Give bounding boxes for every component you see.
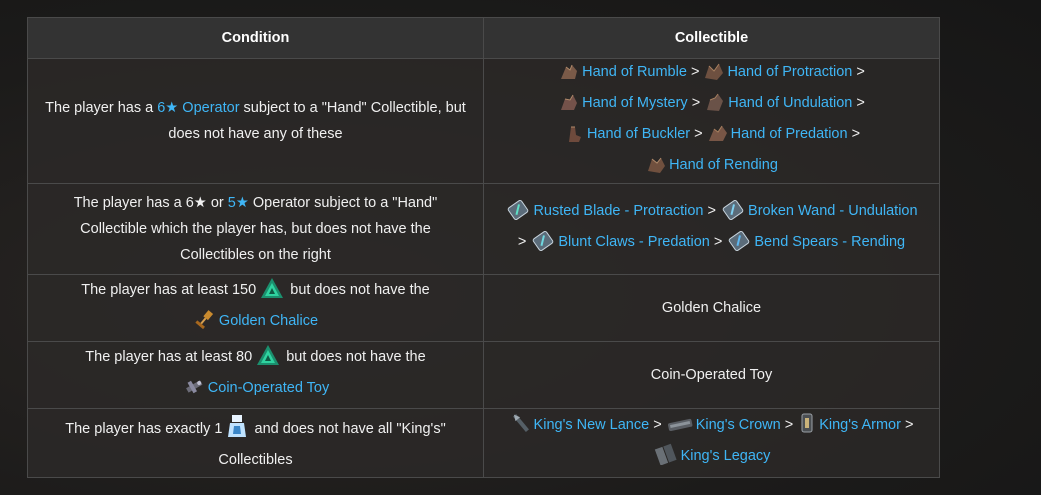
collectible-link[interactable]: Rusted Blade - Protraction	[533, 203, 703, 219]
collectible-cell: Coin-Operated Toy	[483, 341, 940, 409]
condition-text: The player has exactly 1	[65, 420, 223, 437]
header-row: Condition Collectible	[27, 17, 940, 59]
condition-text: Collectible which the player has, but do…	[80, 221, 431, 237]
originium-prime-icon	[256, 344, 280, 375]
collectible-link[interactable]: Hand of Buckler	[587, 126, 690, 142]
collectible-link[interactable]: King's Legacy	[681, 448, 771, 464]
condition-cell: The player has a 6★ Operator subject to …	[27, 58, 484, 184]
table-row: The player has at least 150 but does not…	[27, 274, 940, 342]
collectible-link[interactable]: King's Armor	[819, 417, 901, 433]
toy-icon	[182, 375, 206, 406]
collectible-link[interactable]: Hand of Rending	[669, 157, 778, 173]
condition-text: subject to a "Hand" Collectible, but	[239, 100, 466, 116]
weapon-card-icon	[505, 199, 531, 229]
condition-cell: The player has a 6★ or 5★ Operator subje…	[27, 183, 484, 275]
weapon-card-icon	[720, 199, 746, 229]
collectible-link[interactable]: Blunt Claws - Predation	[558, 234, 710, 250]
condition-cell: The player has at least 150 but does not…	[27, 274, 484, 342]
condition-cell: The player has at least 80 but does not …	[27, 341, 484, 409]
collectible-link[interactable]: King's New Lance	[534, 417, 650, 433]
collectible-cell: King's New Lance > King's Crown > King's…	[483, 408, 940, 478]
separator: >	[904, 417, 914, 433]
separator: >	[856, 64, 865, 80]
crown-icon	[666, 414, 694, 443]
operator-6star-link[interactable]: 6★ Operator	[157, 100, 239, 116]
hope-icon	[226, 414, 248, 447]
table-row: The player has at least 80 but does not …	[27, 341, 940, 409]
separator: >	[694, 126, 703, 142]
separator: >	[691, 95, 701, 111]
condition-text: Collectibles on the right	[180, 247, 331, 263]
condition-text: but does not have the	[290, 282, 430, 298]
collectible-link[interactable]: Hand of Mystery	[582, 95, 688, 111]
separator: >	[653, 417, 662, 433]
condition-text: Operator subject to a "Hand"	[248, 195, 438, 211]
collectible-link[interactable]: Hand of Protraction	[727, 64, 852, 80]
hand-icon	[645, 154, 667, 183]
collectible-link[interactable]: King's Crown	[696, 417, 781, 433]
collectible-link[interactable]: Hand of Undulation	[728, 95, 852, 111]
lance-icon	[510, 412, 532, 443]
separator: >	[707, 203, 716, 219]
condition-text: and does not have all "King's"	[254, 420, 446, 437]
table-row: The player has a 6★ Operator subject to …	[27, 58, 940, 184]
originium-prime-icon	[260, 277, 284, 308]
hand-icon	[703, 61, 725, 90]
collectible-link[interactable]: Hand of Predation	[731, 126, 848, 142]
separator: >	[713, 234, 723, 250]
legacy-icon	[653, 443, 679, 474]
collectible-link[interactable]: Bend Spears - Rending	[754, 234, 905, 250]
condition-text: Collectibles	[218, 451, 293, 468]
condition-text: but does not have the	[286, 349, 426, 365]
table-row: The player has exactly 1 and does not ha…	[27, 408, 940, 478]
collectible-link[interactable]: Hand of Rumble	[582, 64, 687, 80]
collectible-cell: Hand of Rumble > Hand of Protraction > H…	[483, 58, 940, 184]
hand-icon	[563, 123, 585, 152]
collectible-cell: Rusted Blade - Protraction > Broken Wand…	[483, 183, 940, 275]
header-condition: Condition	[27, 17, 484, 59]
hand-icon	[558, 92, 580, 121]
collectible-name: Coin-Operated Toy	[650, 367, 773, 383]
hand-icon	[704, 92, 726, 121]
collectible-conditions-table: Condition Collectible The player has a 6…	[27, 17, 940, 478]
weapon-card-icon	[530, 230, 556, 260]
collectible-link[interactable]: Broken Wand - Undulation	[748, 203, 918, 219]
condition-cell: The player has exactly 1 and does not ha…	[27, 408, 484, 478]
separator: >	[851, 126, 861, 142]
hand-icon	[558, 61, 580, 90]
condition-text: The player has at least 150	[81, 282, 257, 298]
condition-text: The player has a	[45, 100, 158, 116]
operator-5star-link[interactable]: 5★	[228, 195, 249, 211]
collectible-cell: Golden Chalice	[483, 274, 940, 342]
condition-text: The player has a 6★ or	[73, 195, 228, 211]
separator: >	[690, 64, 700, 80]
collectible-name: Golden Chalice	[661, 300, 762, 316]
condition-text: The player has at least 80	[85, 349, 253, 365]
golden-chalice-icon	[193, 308, 217, 339]
table-row: The player has a 6★ or 5★ Operator subje…	[27, 183, 940, 275]
separator: >	[784, 417, 794, 433]
condition-text: does not have any of these	[168, 126, 343, 142]
header-collectible: Collectible	[483, 17, 940, 59]
coin-operated-toy-link[interactable]: Coin-Operated Toy	[208, 380, 329, 396]
separator: >	[517, 234, 527, 250]
armor-icon	[797, 412, 817, 443]
weapon-card-icon	[726, 230, 752, 260]
hand-icon	[707, 123, 729, 152]
separator: >	[856, 95, 865, 111]
golden-chalice-link[interactable]: Golden Chalice	[219, 313, 318, 329]
